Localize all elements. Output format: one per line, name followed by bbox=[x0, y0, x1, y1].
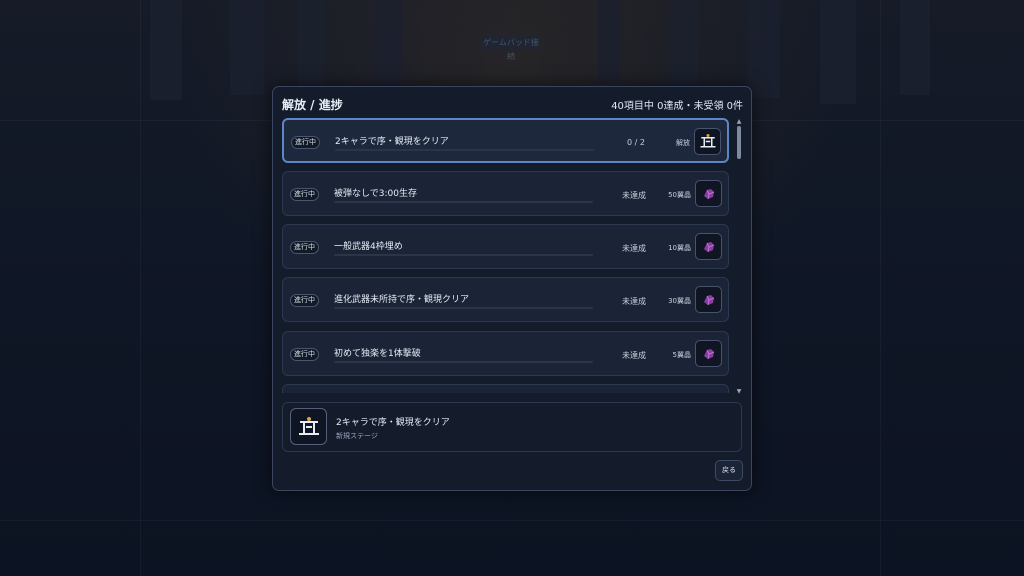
achievement-reward: 10翼晶 bbox=[668, 244, 691, 252]
achievement-row[interactable]: 進行中 初めて独楽を1体撃破 未達成 5翼晶 bbox=[282, 331, 729, 376]
achievement-status: 未達成 bbox=[622, 297, 646, 306]
unlock-progress-dialog: 解放 / 進捗 40項目中 0達成・未受領 0件 進行中 2キャラで序・観現をクリ… bbox=[272, 86, 752, 491]
achievement-progress-bar bbox=[334, 361, 593, 363]
stage-gate-icon bbox=[290, 408, 327, 445]
achievement-status: 未達成 bbox=[622, 244, 646, 253]
achievement-summary: 40項目中 0達成・未受領 0件 bbox=[611, 101, 743, 112]
achievement-list-scrollbar[interactable]: ▲ ▼ bbox=[735, 118, 743, 395]
crystal-icon bbox=[695, 180, 722, 207]
achievement-list[interactable]: 進行中 2キャラで序・観現をクリア 0 / 2 解放 進行中 被弾なしで3:00生存 未達成… bbox=[282, 117, 735, 393]
achievement-row[interactable]: 進行中 被弾なしで3:00生存 未達成 50翼晶 bbox=[282, 171, 729, 216]
scroll-thumb[interactable] bbox=[737, 126, 741, 159]
dialog-title: 解放 / 進捗 bbox=[282, 98, 343, 112]
in-progress-badge: 進行中 bbox=[290, 294, 319, 307]
achievement-progress-bar bbox=[334, 254, 593, 256]
achievement-row[interactable] bbox=[282, 384, 729, 393]
crystal-icon bbox=[695, 340, 722, 367]
achievement-progress-bar bbox=[334, 201, 593, 203]
detail-title: 2キャラで序・観現をクリア bbox=[336, 418, 450, 428]
achievement-title: 一般武器4枠埋め bbox=[334, 242, 403, 252]
in-progress-badge: 進行中 bbox=[291, 136, 320, 149]
gamepad-connected-label: ゲームパッド接続 bbox=[482, 36, 540, 61]
selected-achievement-detail: 2キャラで序・観現をクリア 新規ステージ bbox=[282, 402, 742, 452]
detail-subtitle: 新規ステージ bbox=[336, 432, 378, 440]
achievement-row[interactable]: 進行中 一般武器4枠埋め 未達成 10翼晶 bbox=[282, 224, 729, 269]
crystal-icon bbox=[695, 233, 722, 260]
in-progress-badge: 進行中 bbox=[290, 241, 319, 254]
achievement-progress-bar bbox=[334, 307, 593, 309]
achievement-title: 初めて独楽を1体撃破 bbox=[334, 349, 421, 359]
achievement-status: 未達成 bbox=[622, 351, 646, 360]
in-progress-badge: 進行中 bbox=[290, 348, 319, 361]
achievement-reward: 30翼晶 bbox=[668, 297, 691, 305]
achievement-reward: 解放 bbox=[676, 139, 690, 147]
achievement-row[interactable]: 進行中 2キャラで序・観現をクリア 0 / 2 解放 bbox=[282, 118, 729, 163]
achievement-row[interactable]: 進行中 進化武器未所持で序・観現クリア 未達成 30翼晶 bbox=[282, 277, 729, 322]
achievement-progress-bar bbox=[335, 149, 594, 151]
scroll-up-arrow-icon[interactable]: ▲ bbox=[735, 118, 743, 125]
achievement-title: 2キャラで序・観現をクリア bbox=[335, 137, 449, 147]
achievement-reward: 50翼晶 bbox=[668, 191, 691, 199]
achievement-reward: 5翼晶 bbox=[672, 351, 691, 359]
achievement-status: 未達成 bbox=[622, 191, 646, 200]
achievement-title: 進化武器未所持で序・観現クリア bbox=[334, 295, 470, 305]
stage-gate-icon bbox=[694, 128, 721, 155]
crystal-icon bbox=[695, 286, 722, 313]
back-button[interactable]: 戻る bbox=[715, 460, 743, 481]
achievement-status: 0 / 2 bbox=[627, 138, 645, 147]
in-progress-badge: 進行中 bbox=[290, 188, 319, 201]
scroll-down-arrow-icon[interactable]: ▼ bbox=[735, 388, 743, 395]
achievement-title: 被弾なしで3:00生存 bbox=[334, 189, 417, 199]
